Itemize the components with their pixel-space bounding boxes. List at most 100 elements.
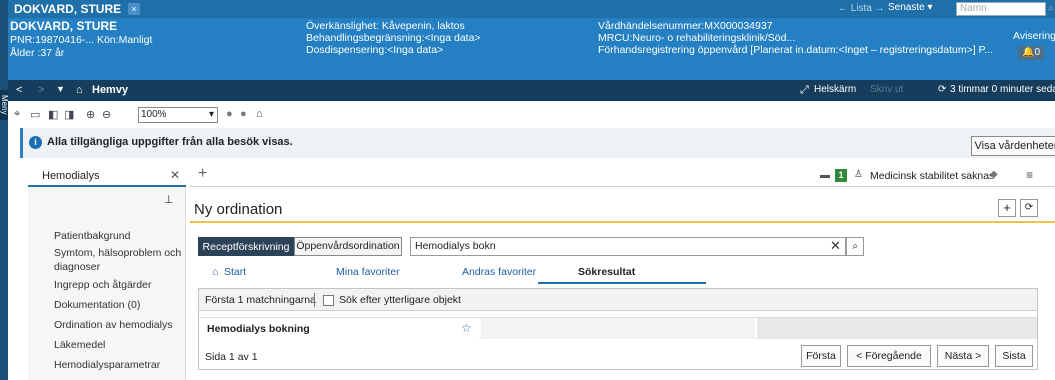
sok-ytterligare-checkbox[interactable] (323, 295, 334, 306)
divider (314, 293, 315, 307)
result-cell-empty (481, 318, 755, 339)
pin-icon[interactable]: ⊥ (164, 193, 174, 206)
first-page-button[interactable]: Första (801, 345, 841, 367)
house-icon[interactable]: ⌂ (256, 108, 263, 120)
menu-icon[interactable]: ≡ (1026, 168, 1033, 182)
result-label: Hemodialys bokning (207, 323, 310, 335)
sok-ytterligare-label[interactable]: Sök efter ytterligare objekt (339, 294, 461, 306)
left-item-symtom[interactable]: Symtom, hälsoproblem och (54, 247, 181, 259)
add-button[interactable]: + (998, 199, 1016, 217)
fullscreen-icon[interactable]: ⤢ (800, 84, 809, 97)
tab-oppenvardsordination[interactable]: Öppenvårdsordination (294, 237, 402, 256)
top-bar: DOKVARD, STURE × ← Lista → Senaste ▾ Nam… (8, 0, 1055, 18)
aviseringar-badge[interactable]: 🔔0 (1018, 46, 1044, 60)
patient-tab-name[interactable]: DOKVARD, STURE (14, 2, 121, 16)
zoom-in-icon[interactable]: ⊕ (86, 108, 95, 121)
circle-icon[interactable]: ● (240, 108, 247, 120)
home-icon[interactable]: ⌂ (76, 84, 83, 96)
app-window: Meny DOKVARD, STURE × ← Lista → Senaste … (0, 0, 1055, 380)
matches-text: Första 1 matchningarna (205, 294, 316, 306)
forhandsregistrering-text[interactable]: Förhandsregistrering öppenvård [Planerat… (598, 44, 993, 57)
back-button[interactable]: < (16, 84, 22, 96)
subtab-sokresultat[interactable]: Sökresultat (578, 266, 635, 278)
patient-banner: DOKVARD, STURE PNR:19870416-... Kön:Manl… (8, 18, 1055, 80)
patient-age: Ålder :37 år (10, 47, 65, 59)
add-tab-icon[interactable]: + (198, 165, 207, 183)
page-indicator: Sida 1 av 1 (205, 351, 258, 363)
refresh-icon[interactable]: ⟳ (1020, 199, 1038, 217)
visa-vardenheter-button[interactable]: Visa vårdenheter (971, 136, 1055, 156)
subtab-start[interactable]: Start (224, 266, 246, 278)
chevron-down-icon[interactable]: ▼ (56, 84, 65, 94)
chevron-down-icon: ▾ (208, 109, 214, 120)
toolbar: ⌖ ▭ ◧ ◨ ⊕ ⊖ 100% ▾ ● ● ⌂ (8, 101, 1055, 128)
left-panel: ⊥ Patientbakgrund Symtom, hälsoproblem o… (28, 187, 186, 380)
search-icon[interactable]: ⌕ (846, 237, 864, 256)
tab-label: Hemodialys (42, 170, 100, 182)
title-row: Ny ordination + ⟳ (190, 195, 1055, 223)
left-menu-strip[interactable] (0, 0, 8, 380)
left-item-patientbakgrund[interactable]: Patientbakgrund (54, 230, 130, 242)
search-input[interactable]: Hemodialys bokn (410, 237, 846, 256)
left-item-dokumentation[interactable]: Dokumentation (0) (54, 299, 140, 311)
previous-page-button[interactable]: < Föregående (847, 345, 931, 367)
result-cell[interactable]: Hemodialys bokning ☆ (199, 318, 479, 339)
circle-icon[interactable]: ● (226, 108, 233, 120)
result-cell-empty (757, 318, 1037, 339)
active-tab-indicator (538, 282, 706, 284)
next-doc-icon[interactable]: ◨ (64, 108, 74, 121)
forward-button[interactable]: > (38, 84, 44, 96)
left-item-ordination[interactable]: Ordination av hemodialys (54, 319, 172, 331)
nav-bar: < > ▼ ⌂ Hemvy ⤢ Helskärm Skriv ut ⟳ 3 ti… (8, 80, 1055, 101)
patient-pnr: PNR:19870416-... Kön:Manligt (10, 34, 153, 46)
doc-icon[interactable]: ▭ (30, 108, 40, 121)
patient-name: DOKVARD, STURE (10, 19, 118, 33)
menu-label[interactable]: Meny (0, 90, 9, 120)
left-item-lakemedel[interactable]: Läkemedel (54, 339, 105, 351)
lista-nav[interactable]: ← Lista → (838, 3, 885, 14)
page-title: Ny ordination (194, 201, 283, 218)
close-icon[interactable]: × (128, 3, 140, 15)
patient-search-input[interactable]: Namn (956, 2, 1046, 16)
hemvy-label[interactable]: Hemvy (92, 84, 128, 96)
refresh-time: 3 timmar 0 minuter sedan (950, 84, 1055, 95)
home-icon[interactable]: ⌂ (212, 266, 218, 278)
refresh-icon[interactable]: ⟳ (938, 84, 946, 95)
message-icon[interactable]: ▬ (820, 170, 830, 181)
binoculars-icon[interactable]: ⌖ (14, 108, 20, 121)
main-tab-strip: + ▬ 1 ♙ Medicinsk stabilitet saknas ◆ ≡ (190, 165, 1055, 187)
left-item-hemodialysparametrar[interactable]: Hemodialysparametrar (54, 359, 160, 371)
zoom-out-icon[interactable]: ⊖ (102, 108, 111, 121)
results-panel: Första 1 matchningarna Sök efter ytterli… (198, 288, 1038, 370)
info-text: Alla tillgängliga uppgifter från alla be… (47, 136, 293, 148)
close-icon[interactable]: ✕ (170, 168, 180, 182)
avis-count: 0 (1034, 47, 1040, 58)
prev-doc-icon[interactable]: ◧ (48, 108, 58, 121)
subtab-andras-favoriter[interactable]: Andras favoriter (462, 266, 536, 278)
helskarm-button[interactable]: Helskärm (814, 84, 856, 95)
next-page-button[interactable]: Nästa > (937, 345, 989, 367)
subtab-mina-favoriter[interactable]: Mina favoriter (336, 266, 400, 278)
table-row[interactable]: Hemodialys bokning ☆ (199, 317, 1037, 339)
info-icon: i (29, 136, 42, 149)
search-icon[interactable]: ⌕ (1048, 3, 1054, 14)
info-bar: i Alla tillgängliga uppgifter från alla … (20, 128, 1055, 158)
left-item-diagnoser[interactable]: diagnoser (54, 261, 100, 273)
star-icon[interactable]: ☆ (461, 321, 472, 335)
tab-receptforskrivning[interactable]: Receptförskrivning (198, 237, 294, 256)
results-header: Första 1 matchningarna Sök efter ytterli… (199, 289, 1037, 311)
zoom-select[interactable]: 100% ▾ (138, 107, 218, 123)
aviseringar-label[interactable]: Aviseringar (1013, 30, 1055, 43)
clear-icon[interactable]: ✕ (830, 238, 841, 254)
senaste-button[interactable]: Senaste ▾ (888, 2, 933, 13)
dosdispensering-text[interactable]: Dosdispensering:<Inga data> (306, 44, 443, 57)
tab-hemodialys[interactable]: Hemodialys ✕ (28, 165, 186, 187)
count-badge[interactable]: 1 (835, 169, 847, 182)
left-item-ingrepp[interactable]: Ingrepp och åtgärder (54, 279, 151, 291)
print-button[interactable]: Skriv ut (870, 84, 903, 95)
person-icon: ♙ (854, 169, 863, 180)
tag-icon[interactable]: ◆ (990, 169, 998, 180)
medicinsk-stabilitet-text[interactable]: Medicinsk stabilitet saknas (870, 170, 994, 182)
zoom-value: 100% (141, 109, 167, 120)
last-page-button[interactable]: Sista (995, 345, 1033, 367)
